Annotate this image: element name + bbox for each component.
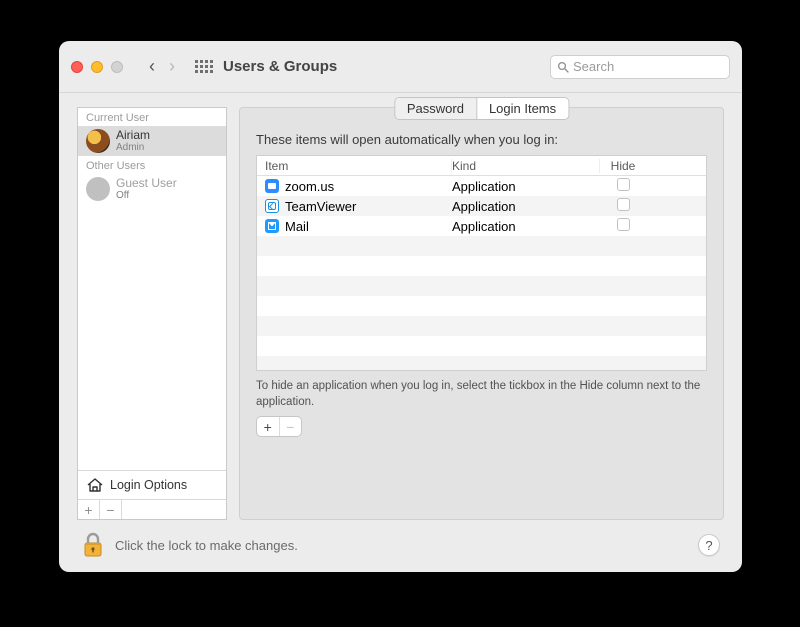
- panels: Current User Airiam Admin Other Users Gu…: [77, 107, 724, 520]
- remove-user-button[interactable]: −: [100, 500, 122, 519]
- sidebar-user-guest[interactable]: Guest User Off: [78, 174, 226, 204]
- table-body: zoom.us Application TeamViewer Applicati…: [257, 176, 706, 371]
- table-row: [257, 356, 706, 371]
- hint-text: To hide an application when you log in, …: [256, 379, 707, 410]
- item-name: TeamViewer: [285, 199, 356, 214]
- main-panel: Password Login Items These items will op…: [239, 107, 724, 520]
- tab-group: Password Login Items: [394, 97, 569, 120]
- remove-item-button[interactable]: −: [280, 417, 302, 436]
- minimize-window-button[interactable]: [91, 61, 103, 73]
- show-all-button[interactable]: [193, 58, 215, 75]
- add-user-button[interactable]: +: [78, 500, 100, 519]
- table-header: Item Kind Hide: [257, 156, 706, 176]
- sidebar-user-current[interactable]: Airiam Admin: [78, 126, 226, 156]
- nav-buttons: ‹ ›: [149, 56, 175, 77]
- forward-button: ›: [169, 56, 175, 77]
- description-text: These items will open automatically when…: [256, 132, 707, 147]
- item-kind: Application: [452, 219, 600, 234]
- avatar-icon: [86, 129, 110, 153]
- footer: Click the lock to make changes. ?: [77, 530, 724, 562]
- lock-text: Click the lock to make changes.: [115, 538, 688, 553]
- hide-checkbox[interactable]: [617, 218, 630, 231]
- traffic-lights: [71, 61, 123, 73]
- col-hide-header[interactable]: Hide: [600, 159, 646, 173]
- item-kind: Application: [452, 199, 600, 214]
- items-add-remove: + −: [256, 416, 302, 437]
- item-name: Mail: [285, 219, 309, 234]
- preferences-window: ‹ › Users & Groups Current User Airiam A…: [59, 41, 742, 572]
- help-button[interactable]: ?: [698, 534, 720, 556]
- teamviewer-app-icon: [265, 199, 279, 213]
- users-sidebar: Current User Airiam Admin Other Users Gu…: [77, 107, 227, 520]
- user-role: Off: [116, 190, 177, 201]
- tab-password[interactable]: Password: [395, 98, 477, 119]
- user-name: Guest User: [116, 177, 177, 190]
- table-row[interactable]: zoom.us Application: [257, 176, 706, 196]
- table-row: [257, 316, 706, 336]
- table-row: [257, 336, 706, 356]
- window-title: Users & Groups: [223, 58, 542, 75]
- login-items-table: Item Kind Hide zoom.us Application TeamV…: [256, 155, 707, 371]
- item-name: zoom.us: [285, 179, 334, 194]
- search-input[interactable]: [573, 59, 723, 74]
- login-options-label: Login Options: [110, 478, 187, 492]
- login-options-button[interactable]: Login Options: [78, 470, 226, 499]
- add-item-button[interactable]: +: [257, 417, 279, 436]
- table-row[interactable]: TeamViewer Application: [257, 196, 706, 216]
- house-icon: [86, 477, 104, 493]
- avatar-icon: [86, 177, 110, 201]
- zoom-window-button: [111, 61, 123, 73]
- user-role: Admin: [116, 142, 150, 153]
- col-kind-header[interactable]: Kind: [452, 159, 600, 173]
- table-row: [257, 256, 706, 276]
- search-icon: [557, 61, 569, 73]
- zoom-app-icon: [265, 179, 279, 193]
- table-row: [257, 236, 706, 256]
- hide-checkbox[interactable]: [617, 178, 630, 191]
- toolbar: ‹ › Users & Groups: [59, 41, 742, 93]
- window-body: Current User Airiam Admin Other Users Gu…: [59, 93, 742, 572]
- other-users-header: Other Users: [78, 156, 226, 174]
- current-user-header: Current User: [78, 108, 226, 126]
- table-row[interactable]: Mail Application: [257, 216, 706, 236]
- table-row: [257, 276, 706, 296]
- search-field[interactable]: [550, 55, 730, 79]
- user-name: Airiam: [116, 129, 150, 142]
- tab-login-items[interactable]: Login Items: [477, 98, 568, 119]
- close-window-button[interactable]: [71, 61, 83, 73]
- mail-app-icon: [265, 219, 279, 233]
- sidebar-add-remove: + −: [78, 499, 226, 519]
- col-item-header[interactable]: Item: [257, 159, 452, 173]
- table-row: [257, 296, 706, 316]
- item-kind: Application: [452, 179, 600, 194]
- hide-checkbox[interactable]: [617, 198, 630, 211]
- lock-icon[interactable]: [81, 532, 105, 558]
- back-button[interactable]: ‹: [149, 56, 155, 77]
